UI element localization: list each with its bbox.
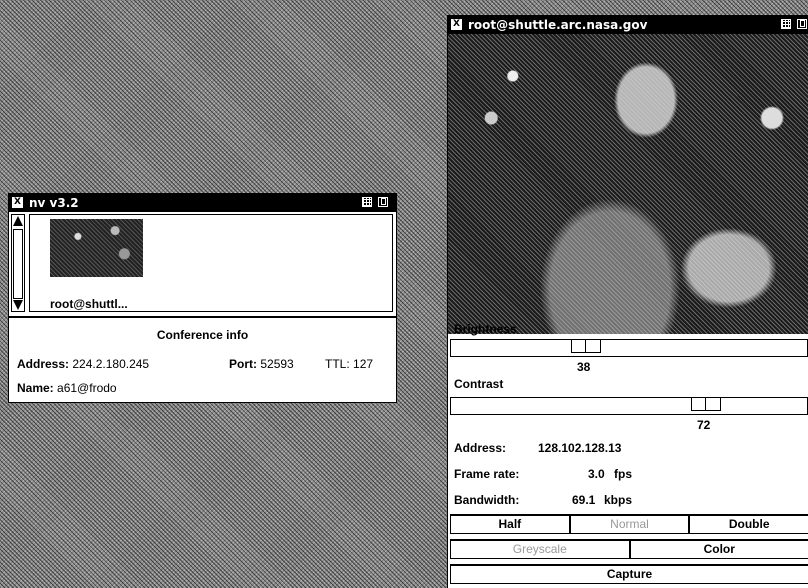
color-button[interactable]: Color bbox=[629, 540, 808, 559]
address-value: 224.2.180.245 bbox=[72, 357, 150, 371]
scroll-down-arrow-icon[interactable] bbox=[13, 300, 23, 310]
brightness-slider-knob[interactable] bbox=[571, 339, 601, 353]
half-size-button[interactable]: Half bbox=[450, 515, 570, 534]
source-thumbnails-panel: root@shuttl... bbox=[29, 214, 393, 312]
contrast-value: 72 bbox=[697, 418, 711, 432]
thumbnail-label[interactable]: root@shuttl... bbox=[50, 297, 128, 311]
contrast-slider[interactable] bbox=[450, 397, 808, 415]
color-mode-button-row: Greyscale Color bbox=[450, 539, 808, 559]
ttl-value: 127 bbox=[353, 357, 374, 371]
contrast-slider-knob[interactable] bbox=[691, 397, 721, 411]
conference-name-row: Name: a61@frodo bbox=[17, 381, 117, 395]
framerate-row: Frame rate: 3.0 fps bbox=[454, 467, 632, 481]
brightness-label: Brightness bbox=[454, 322, 517, 336]
framerate-label: Frame rate: bbox=[454, 467, 520, 481]
nv-titlebar[interactable]: X nv v3.2 bbox=[9, 194, 396, 212]
video-window-title: root@shuttle.arc.nasa.gov bbox=[468, 18, 648, 32]
x-menu-icon[interactable]: X bbox=[451, 19, 462, 30]
scroll-up-arrow-icon[interactable] bbox=[13, 216, 23, 226]
x-menu-icon[interactable]: X bbox=[12, 197, 23, 208]
source-address-value: 128.102.128.13 bbox=[538, 441, 622, 455]
shuttle-video-thumbnail[interactable] bbox=[50, 219, 143, 277]
video-display[interactable] bbox=[448, 34, 808, 334]
framerate-unit: fps bbox=[614, 467, 632, 481]
iconify-icon[interactable] bbox=[362, 197, 372, 207]
bandwidth-unit: kbps bbox=[604, 493, 633, 507]
conference-info-title: Conference info bbox=[156, 328, 249, 342]
scrollbar-thumb[interactable] bbox=[13, 229, 23, 299]
maximize-icon[interactable] bbox=[378, 197, 388, 207]
bandwidth-row: Bandwidth: 69.1 kbps bbox=[454, 493, 632, 507]
ttl-label: TTL: bbox=[325, 357, 350, 371]
port-label: Port: bbox=[229, 357, 257, 371]
capture-button[interactable]: Capture bbox=[450, 565, 808, 584]
address-label: Address: bbox=[17, 357, 70, 371]
source-address-row: Address: 128.102.128.13 bbox=[454, 441, 621, 455]
brightness-slider[interactable] bbox=[450, 339, 808, 357]
conference-address-row: Address: 224.2.180.245 bbox=[17, 357, 149, 371]
double-size-button[interactable]: Double bbox=[689, 515, 808, 534]
conference-ttl-row: TTL: 127 bbox=[325, 357, 373, 371]
source-list: root@shuttl... bbox=[9, 212, 396, 318]
port-value: 52593 bbox=[260, 357, 294, 371]
nv-main-window: X nv v3.2 root@shuttl... Conference info… bbox=[8, 193, 397, 403]
source-list-scrollbar[interactable] bbox=[11, 214, 25, 312]
name-value: a61@frodo bbox=[57, 381, 117, 395]
source-address-label: Address: bbox=[454, 441, 507, 455]
bandwidth-label: Bandwidth: bbox=[454, 493, 520, 507]
capture-button-row: Capture bbox=[450, 564, 808, 584]
video-titlebar[interactable]: X root@shuttle.arc.nasa.gov bbox=[448, 16, 808, 34]
framerate-value: 3.0 bbox=[588, 467, 605, 481]
iconify-icon[interactable] bbox=[781, 19, 791, 29]
video-window: X root@shuttle.arc.nasa.gov Brightness 3… bbox=[447, 15, 808, 588]
size-button-row: Half Normal Double bbox=[450, 514, 808, 534]
nv-window-title: nv v3.2 bbox=[29, 196, 79, 210]
contrast-label: Contrast bbox=[454, 377, 504, 391]
bandwidth-value: 69.1 bbox=[572, 493, 596, 507]
name-label: Name: bbox=[17, 381, 54, 395]
greyscale-button[interactable]: Greyscale bbox=[450, 540, 630, 559]
normal-size-button[interactable]: Normal bbox=[569, 515, 690, 534]
brightness-value: 38 bbox=[577, 360, 591, 374]
maximize-icon[interactable] bbox=[797, 19, 807, 29]
conference-port-row: Port: 52593 bbox=[229, 357, 294, 371]
